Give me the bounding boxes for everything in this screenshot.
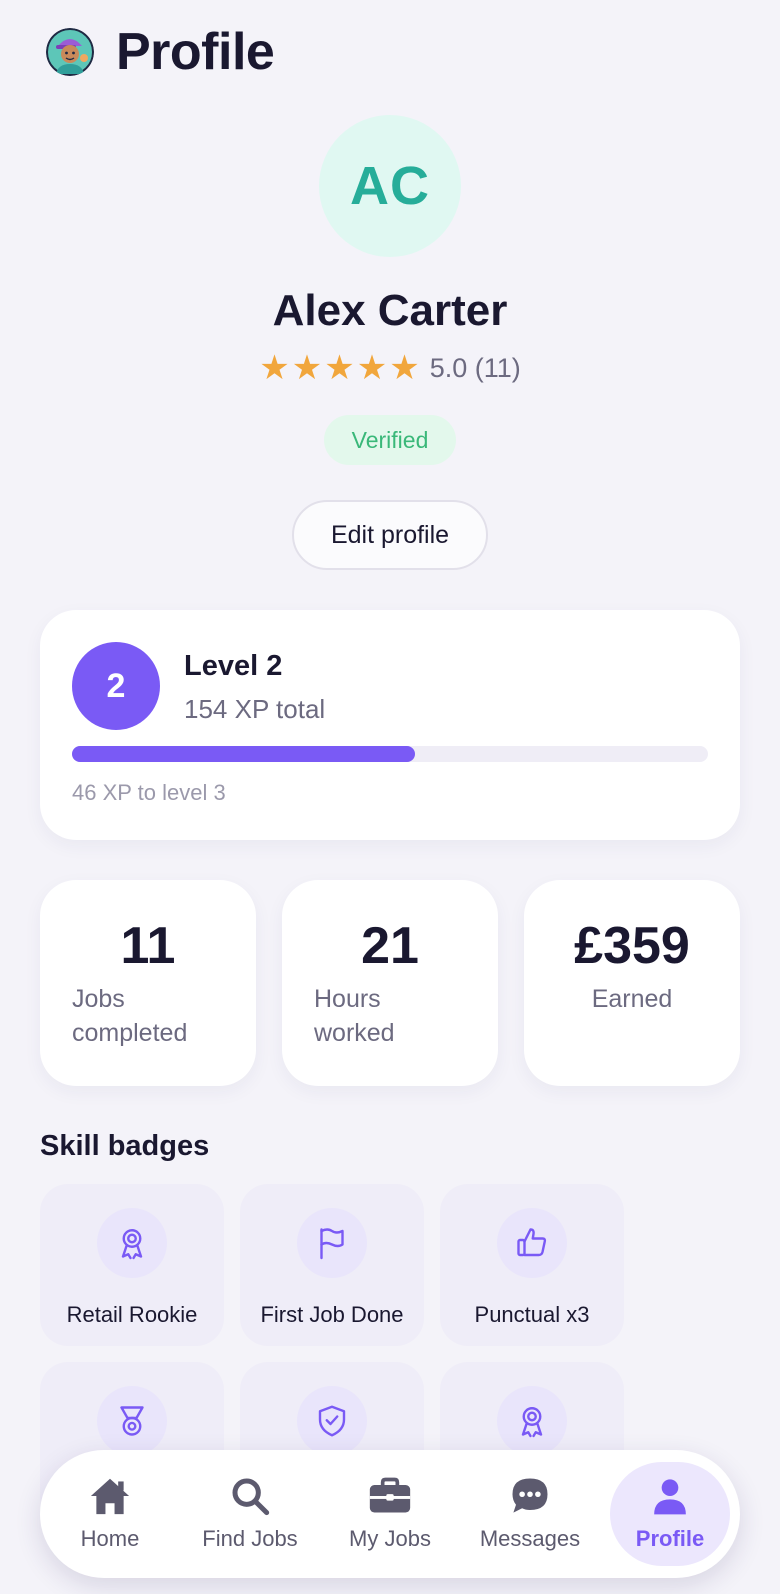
page-title: Profile [116,23,275,81]
tab-label: My Jobs [349,1526,431,1551]
tab-home[interactable]: Home [50,1462,170,1566]
thumbs-up-icon [497,1208,567,1278]
xp-progress-bar [72,746,708,762]
bottom-tab-bar: Home Find Jobs My Jobs Messages Profile [40,1450,740,1578]
badge-retail-rookie[interactable]: Retail Rookie [40,1184,224,1346]
level-number: 2 [72,642,160,730]
page-header: Profile [46,22,275,82]
level-title: Level 2 [184,650,283,682]
badge-first-job-done[interactable]: First Job Done [240,1184,424,1346]
verified-badge: Verified [324,415,456,465]
stat-card-earned: £359 Earned [524,880,740,1086]
tab-find-jobs[interactable]: Find Jobs [190,1462,310,1566]
badge-label: Punctual x3 [474,1302,590,1327]
xp-progress-caption: 46 XP to level 3 [72,780,226,805]
level-card: 2 Level 2 154 XP total 46 XP to level 3 [40,610,740,840]
star-icon: ★ [324,349,355,387]
avatar: AC [319,115,461,257]
rating-value: 5.0 (11) [429,352,521,383]
xp-progress-fill [72,746,416,762]
mascot-avatar-icon [46,28,94,76]
briefcase-icon [368,1474,412,1518]
tab-label: Home [80,1526,140,1551]
stat-card-hours: 21 Hours worked [282,880,498,1086]
badge-punctual[interactable]: Punctual x3 [440,1184,624,1346]
stat-value: £359 [574,917,690,975]
tab-label: Messages [479,1526,581,1551]
badge-label: First Job Done [260,1302,404,1327]
shield-check-icon [297,1386,367,1456]
award-ribbon-icon [97,1208,167,1278]
search-icon [230,1474,270,1518]
tab-messages[interactable]: Messages [470,1462,590,1566]
home-icon [88,1474,132,1518]
stat-value: 21 [361,917,419,975]
xp-total: 154 XP total [184,694,326,724]
tab-label: Profile [635,1526,705,1551]
award-ribbon-icon [497,1386,567,1456]
tab-my-jobs[interactable]: My Jobs [330,1462,450,1566]
stat-label: Hours worked [314,985,395,1047]
edit-profile-button[interactable]: Edit profile [292,500,488,570]
stat-label: Jobs completed [72,985,188,1047]
star-icon: ★ [356,349,388,387]
star-icon: ★ [291,349,323,387]
flag-icon [297,1208,367,1278]
star-icon: ★ [389,349,420,387]
badge-label: Retail Rookie [66,1302,198,1327]
medal-icon [97,1386,167,1456]
stat-card-jobs: 11 Jobs completed [40,880,256,1086]
skill-badges-title: Skill badges [40,1130,210,1162]
user-icon [650,1474,690,1518]
stat-label: Earned [591,985,673,1013]
chat-bubble-icon [509,1474,551,1518]
stat-value: 11 [120,917,176,975]
tab-label: Find Jobs [202,1526,298,1551]
star-icon: ★ [259,349,290,387]
rating: ★ ★ ★ ★ ★ 5.0 (11) [0,350,780,386]
profile-name: Alex Carter [272,286,508,335]
tab-profile[interactable]: Profile [610,1462,730,1566]
